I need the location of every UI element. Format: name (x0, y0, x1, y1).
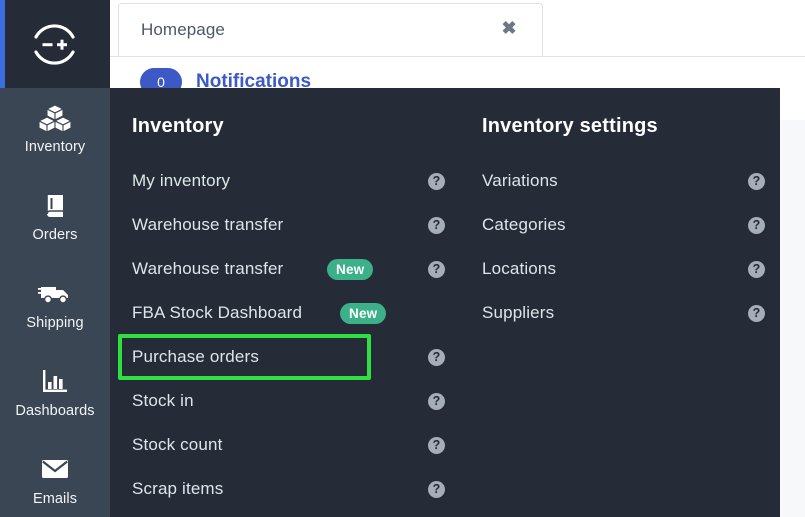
boxes-icon (0, 104, 110, 134)
sidebar: Inventory Orders Shipping Dashboards Ema… (0, 88, 110, 517)
menu-item-warehouse-transfer-new[interactable]: Warehouse transfer New ? (120, 254, 450, 284)
help-icon[interactable]: ? (428, 437, 445, 454)
tab-homepage[interactable]: Homepage ✖ (118, 3, 543, 56)
menu-item-categories[interactable]: Categories ? (470, 210, 780, 240)
envelope-icon (0, 456, 110, 486)
sidebar-item-orders[interactable]: Orders (0, 176, 110, 264)
help-icon[interactable]: ? (748, 261, 765, 278)
tab-strip: Homepage ✖ (110, 0, 805, 57)
book-icon (0, 192, 110, 222)
menu-item-my-inventory-label: My inventory (132, 171, 231, 190)
sidebar-item-dashboards[interactable]: Dashboards (0, 352, 110, 440)
help-icon[interactable]: ? (428, 217, 445, 234)
menu-item-scrap-items[interactable]: Scrap items ? (120, 474, 450, 504)
inventory-dropdown-panel: Inventory My inventory ? Warehouse trans… (110, 88, 780, 517)
help-icon[interactable]: ? (748, 217, 765, 234)
sidebar-item-emails-label: Emails (32, 491, 78, 507)
help-icon[interactable]: ? (748, 173, 765, 190)
sidebar-item-shipping-label: Shipping (26, 315, 84, 331)
accent-stripe (0, 0, 5, 88)
menu-item-my-inventory[interactable]: My inventory ? (120, 166, 450, 196)
tab-homepage-label: Homepage (141, 20, 225, 39)
menu-item-suppliers-label: Suppliers (482, 303, 555, 322)
dropdown-column-inventory-settings: Inventory settings Variations ? Categori… (470, 88, 780, 517)
menu-item-variations[interactable]: Variations ? (470, 166, 780, 196)
menu-item-variations-label: Variations (482, 171, 558, 190)
menu-item-locations-label: Locations (482, 259, 557, 278)
help-icon[interactable]: ? (428, 393, 445, 410)
menu-item-suppliers[interactable]: Suppliers ? (470, 298, 780, 328)
menu-item-stock-count[interactable]: Stock count ? (120, 430, 450, 460)
sidebar-item-orders-label: Orders (32, 227, 78, 243)
sidebar-item-inventory[interactable]: Inventory (0, 88, 110, 176)
menu-item-stock-in[interactable]: Stock in ? (120, 386, 450, 416)
menu-item-categories-label: Categories (482, 215, 566, 234)
bar-chart-icon (0, 368, 110, 398)
close-icon[interactable]: ✖ (498, 17, 520, 39)
menu-item-purchase-orders-label: Purchase orders (132, 347, 259, 366)
help-icon[interactable]: ? (428, 173, 445, 190)
help-icon[interactable]: ? (428, 261, 445, 278)
sidebar-item-emails[interactable]: Emails (0, 440, 110, 517)
column-title-inventory-settings: Inventory settings (482, 115, 658, 137)
column-title-inventory: Inventory (132, 115, 224, 137)
sidebar-item-dashboards-label: Dashboards (15, 403, 95, 419)
app-root: Homepage ✖ 0 Notifications Inventory Ord… (0, 0, 805, 517)
menu-item-fba-stock-dashboard[interactable]: FBA Stock Dashboard New (120, 298, 450, 328)
menu-item-warehouse-transfer-label: Warehouse transfer (132, 215, 284, 234)
menu-item-warehouse-transfer-new-label: Warehouse transfer (132, 259, 284, 278)
menu-item-stock-in-label: Stock in (132, 391, 194, 410)
help-icon[interactable]: ? (428, 349, 445, 366)
truck-icon (0, 280, 110, 310)
dropdown-column-inventory: Inventory My inventory ? Warehouse trans… (120, 88, 450, 517)
menu-item-stock-count-label: Stock count (132, 435, 223, 454)
sidebar-item-shipping[interactable]: Shipping (0, 264, 110, 352)
help-icon[interactable]: ? (428, 481, 445, 498)
new-badge: New (327, 259, 374, 280)
menu-item-purchase-orders[interactable]: Purchase orders ? (120, 342, 450, 372)
new-badge: New (340, 303, 387, 324)
help-icon[interactable]: ? (748, 305, 765, 322)
brand-header (0, 0, 110, 88)
menu-item-fba-stock-dashboard-label: FBA Stock Dashboard (132, 303, 303, 322)
menu-item-scrap-items-label: Scrap items (132, 479, 224, 498)
sidebar-item-inventory-label: Inventory (24, 139, 86, 155)
circle-plus-minus-logo[interactable] (27, 17, 82, 72)
menu-item-locations[interactable]: Locations ? (470, 254, 780, 284)
menu-item-warehouse-transfer[interactable]: Warehouse transfer ? (120, 210, 450, 240)
